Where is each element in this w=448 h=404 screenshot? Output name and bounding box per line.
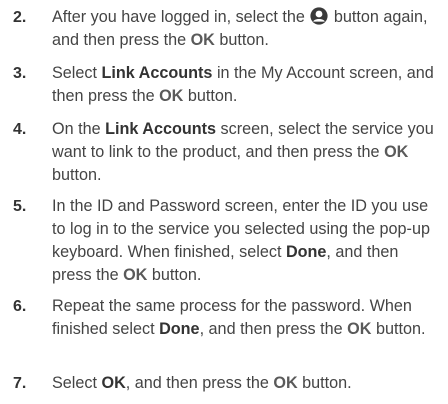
step-number: 2. bbox=[13, 9, 27, 26]
ok-selection-label: OK bbox=[101, 374, 126, 392]
step-text: Repeat the same process for the password… bbox=[52, 295, 442, 341]
step-number: 3. bbox=[13, 65, 27, 82]
step-text: Select Link Accounts in the My Account s… bbox=[52, 62, 442, 108]
smart-hub-profile-icon bbox=[310, 7, 328, 25]
step-text-part: Select bbox=[52, 64, 97, 82]
ok-label: OK bbox=[123, 266, 148, 284]
done-label: Done bbox=[159, 320, 200, 338]
ok-label: OK bbox=[347, 320, 372, 338]
ok-label: OK bbox=[384, 143, 409, 161]
step-text-part: After you have logged in, select the bbox=[52, 8, 305, 26]
step-text-part: Select bbox=[52, 374, 97, 392]
step-text-part: On the bbox=[52, 120, 101, 138]
step-text-part: , and then press the bbox=[199, 320, 343, 338]
step-text-part: button. bbox=[52, 166, 102, 184]
link-accounts-label: Link Accounts bbox=[105, 120, 217, 138]
step-text-part: , and then press the bbox=[125, 374, 269, 392]
step-text-part: button. bbox=[151, 266, 202, 284]
step-text: Select OK, and then press the OK button. bbox=[52, 372, 442, 395]
step-number: 4. bbox=[13, 121, 27, 138]
step-text: In the ID and Password screen, enter the… bbox=[52, 195, 442, 287]
ok-label: OK bbox=[273, 374, 298, 392]
instruction-steps: 2. After you have logged in, select the … bbox=[0, 0, 448, 404]
step-number: 5. bbox=[13, 198, 27, 215]
done-label: Done bbox=[285, 243, 327, 261]
step-number: 7. bbox=[13, 375, 27, 392]
step-text: On the Link Accounts screen, select the … bbox=[52, 118, 442, 187]
step-text-part: button. bbox=[187, 87, 238, 105]
step-text-part: button. bbox=[375, 320, 426, 338]
step-text-part: button. bbox=[219, 31, 269, 49]
link-accounts-label: Link Accounts bbox=[101, 64, 213, 82]
ok-label: OK bbox=[190, 31, 215, 49]
step-text: After you have logged in, select the but… bbox=[52, 6, 442, 52]
step-text-part: button. bbox=[302, 374, 352, 392]
ok-label: OK bbox=[159, 87, 184, 105]
step-number: 6. bbox=[13, 298, 27, 315]
